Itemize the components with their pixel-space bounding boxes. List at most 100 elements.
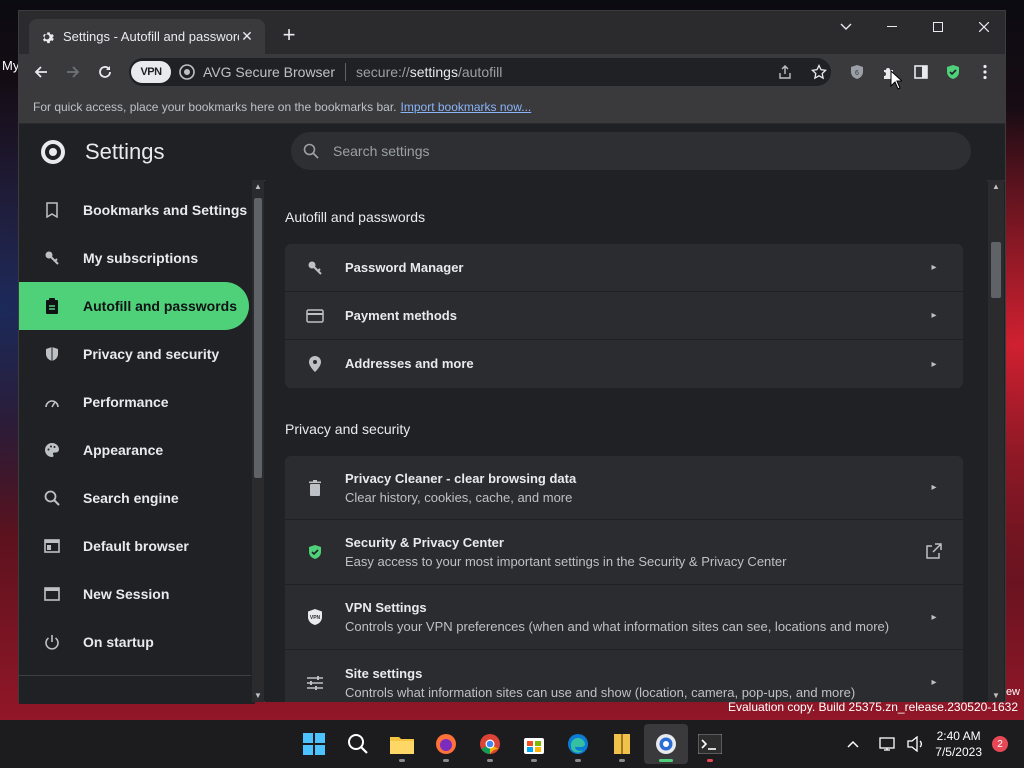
row-description: Controls your VPN preferences (when and … [345, 619, 890, 634]
section-title-privacy: Privacy and security [285, 421, 411, 437]
tab-search-chevron-icon[interactable] [823, 11, 869, 43]
star-icon[interactable] [811, 64, 827, 80]
scroll-down-arrow-icon[interactable]: ▼ [253, 691, 263, 700]
import-bookmarks-link[interactable]: Import bookmarks now... [401, 100, 532, 114]
browser-toolbar: VPN AVG Secure Browser secure://settings… [19, 54, 1005, 90]
close-window-button[interactable] [961, 11, 1005, 43]
gauge-icon [43, 393, 61, 411]
edge-icon[interactable] [556, 724, 600, 764]
row-security-privacy-center[interactable]: Security & Privacy Center Easy access to… [285, 520, 963, 585]
site-identity[interactable]: AVG Secure Browser [179, 64, 335, 80]
row-payment-methods[interactable]: Payment methods ▸ [285, 292, 963, 340]
security-status-icon[interactable] [937, 56, 969, 88]
terminal-icon[interactable] [688, 724, 732, 764]
trash-icon [305, 479, 325, 496]
chevron-right-icon: ▸ [931, 262, 937, 273]
running-indicator [575, 759, 581, 762]
sidebar-item-autofill-and-passwords[interactable]: Autofill and passwords [19, 282, 249, 330]
maximize-button[interactable] [915, 11, 961, 43]
row-password-manager[interactable]: Password Manager ▸ [285, 244, 963, 292]
row-label: Addresses and more [345, 356, 474, 371]
taskbar-search-button[interactable] [336, 724, 380, 764]
address-bar[interactable]: VPN AVG Secure Browser secure://settings… [129, 58, 831, 86]
sidebar-item-privacy-and-security[interactable]: Privacy and security [19, 330, 255, 378]
search-placeholder: Search settings [333, 143, 430, 159]
volume-icon[interactable] [907, 736, 925, 752]
system-tray: 2:40 AM 7/5/2023 2 [847, 720, 1008, 768]
sidebar-item-appearance[interactable]: Appearance [19, 426, 255, 474]
minimize-button[interactable] [869, 11, 915, 43]
taskbar: 2:40 AM 7/5/2023 2 [0, 720, 1024, 768]
search-icon [303, 143, 319, 159]
sidebar-item-new-session[interactable]: New Session [19, 570, 255, 618]
running-indicator [399, 759, 405, 762]
shield-icon [43, 345, 61, 363]
shield-check-icon [305, 544, 325, 560]
sidebar-item-on-startup[interactable]: On startup [19, 618, 255, 666]
omnibox-actions [777, 58, 827, 86]
sidebar-item-performance[interactable]: Performance [19, 378, 255, 426]
scroll-down-arrow-icon[interactable]: ▼ [991, 691, 1001, 700]
clock[interactable]: 2:40 AM 7/5/2023 [935, 728, 982, 760]
back-button[interactable] [25, 56, 57, 88]
vpn-badge[interactable]: VPN [131, 61, 171, 83]
reload-button[interactable] [89, 56, 121, 88]
microsoft-store-icon[interactable] [512, 724, 556, 764]
row-site-settings[interactable]: Site settings Controls what information … [285, 650, 963, 702]
network-icon[interactable] [879, 736, 897, 752]
chevron-right-icon: ▸ [931, 611, 937, 623]
sidebar-item-label: On startup [83, 634, 154, 650]
row-label: VPN Settings [345, 600, 427, 615]
sidebar-item-label: Autofill and passwords [83, 298, 238, 314]
avg-browser-taskbar-icon[interactable] [644, 724, 688, 764]
sidebar-item-label: Privacy and security [83, 346, 220, 362]
scroll-up-arrow-icon[interactable]: ▲ [253, 182, 263, 191]
archive-icon[interactable] [600, 724, 644, 764]
scroll-up-arrow-icon[interactable]: ▲ [991, 182, 1001, 191]
search-settings-input[interactable]: Search settings [291, 132, 971, 170]
sidebar-scroll-thumb[interactable] [254, 198, 262, 478]
row-privacy-cleaner[interactable]: Privacy Cleaner - clear browsing data Cl… [285, 456, 963, 520]
sidebar-scrollbar[interactable]: ▲ ▼ [252, 180, 264, 702]
row-label: Payment methods [345, 307, 457, 323]
row-description: Clear history, cookies, cache, and more [345, 489, 573, 505]
sidebar-item-default-browser[interactable]: Default browser [19, 522, 255, 570]
row-label: Security & Privacy Center [345, 535, 504, 550]
share-icon[interactable] [777, 64, 793, 80]
notification-badge[interactable]: 2 [992, 736, 1008, 752]
chrome-icon[interactable] [468, 724, 512, 764]
side-panel-icon[interactable] [905, 56, 937, 88]
tab-settings[interactable]: Settings - Autofill and passwords ✕ [29, 19, 265, 54]
running-indicator [443, 759, 449, 762]
privacy-card: Privacy Cleaner - clear browsing data Cl… [285, 456, 963, 702]
sidebar-item-label: Search engine [83, 490, 179, 506]
tab-strip: Settings - Autofill and passwords ✕ + [19, 11, 1005, 54]
new-tab-button[interactable]: + [277, 24, 301, 48]
privacy-shield-extension-icon[interactable]: 6 [841, 56, 873, 88]
sidebar-item-search-engine[interactable]: Search engine [19, 474, 255, 522]
main-scrollbar[interactable]: ▲ ▼ [988, 180, 1004, 702]
taskbar-apps [292, 720, 732, 768]
row-addresses[interactable]: Addresses and more ▸ [285, 340, 963, 388]
start-button[interactable] [292, 724, 336, 764]
sidebar-item-label: Bookmarks and Settings [83, 202, 248, 218]
key-icon [43, 249, 61, 267]
close-tab-icon[interactable]: ✕ [239, 28, 255, 45]
row-vpn-settings[interactable]: VPN VPN Settings Controls your VPN prefe… [285, 585, 963, 650]
row-description: Easy access to your most important setti… [345, 554, 787, 569]
main-scroll-thumb[interactable] [991, 242, 1001, 298]
sidebar-item-my-subscriptions[interactable]: My subscriptions [19, 234, 255, 282]
menu-kebab-icon[interactable] [969, 56, 1001, 88]
sidebar-item-label: Performance [83, 394, 169, 410]
firefox-icon[interactable] [424, 724, 468, 764]
sidebar-item-bookmarks-and-settings[interactable]: Bookmarks and Settings [19, 186, 255, 234]
running-indicator [531, 759, 537, 762]
sidebar-item-label: New Session [83, 586, 170, 602]
running-indicator [659, 759, 673, 762]
file-explorer-icon[interactable] [380, 724, 424, 764]
page-title: Settings [85, 139, 165, 164]
forward-button[interactable] [57, 56, 89, 88]
settings-logo-icon [39, 138, 67, 166]
chevron-up-icon[interactable] [847, 740, 859, 748]
external-link-icon[interactable] [919, 542, 949, 562]
